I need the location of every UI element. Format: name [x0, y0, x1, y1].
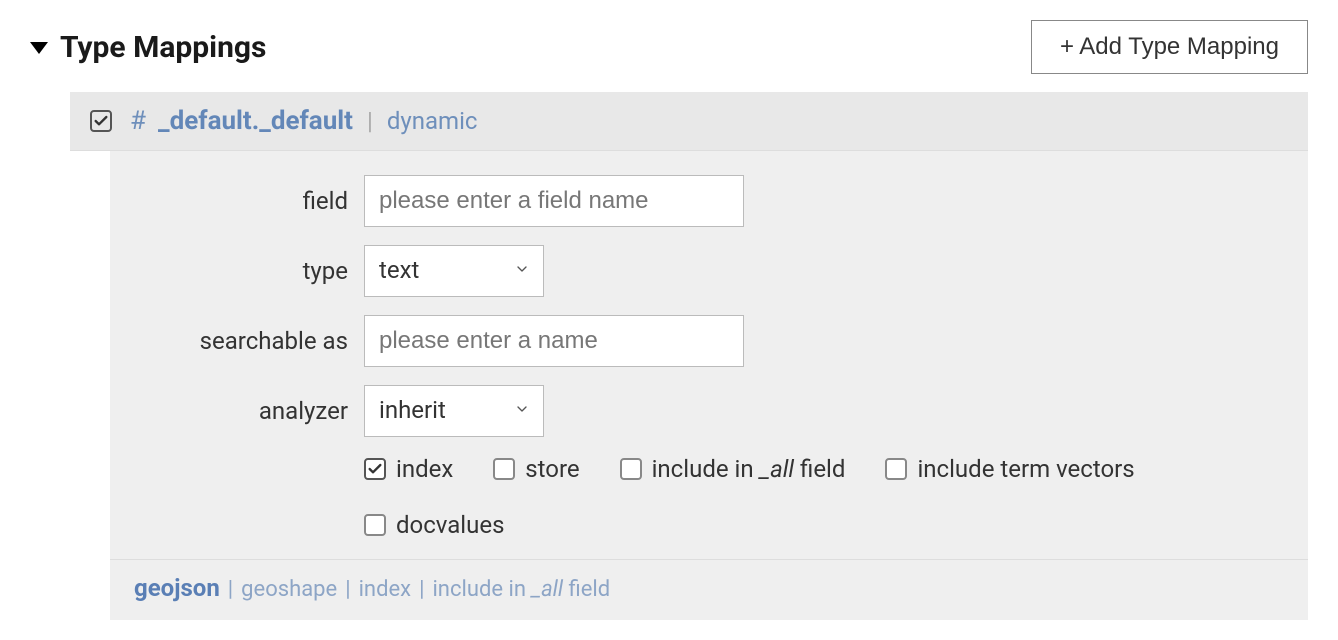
- type-select[interactable]: text: [364, 245, 544, 297]
- checkbox-unchecked-icon: [493, 458, 515, 480]
- checkbox-unchecked-icon: [620, 458, 642, 480]
- mapping-mode: dynamic: [387, 107, 478, 135]
- separator-pipe: |: [228, 577, 233, 602]
- type-label: type: [134, 257, 364, 285]
- separator-pipe: |: [367, 107, 373, 135]
- docvalues-checkbox[interactable]: docvalues: [364, 511, 504, 539]
- store-label: store: [525, 455, 579, 483]
- geojson-type: geoshape: [241, 577, 337, 602]
- store-checkbox[interactable]: store: [493, 455, 579, 483]
- separator-pipe: |: [345, 577, 350, 602]
- geojson-include-in-all: include in _all field: [432, 577, 610, 602]
- checkbox-unchecked-icon: [885, 458, 907, 480]
- geojson-index-flag: index: [359, 577, 412, 602]
- include-term-vectors-label: include term vectors: [917, 455, 1134, 483]
- include-in-all-label: include in _all field: [652, 455, 846, 483]
- mapping-enabled-checkbox[interactable]: [90, 110, 112, 132]
- checkbox-unchecked-icon: [364, 514, 386, 536]
- existing-field-mapping-row[interactable]: geojson | geoshape | index | include in …: [110, 559, 1308, 620]
- mapping-header: # _default._default | dynamic: [70, 92, 1308, 151]
- checkbox-checked-icon: [364, 458, 386, 480]
- field-name-input[interactable]: [364, 175, 744, 227]
- index-checkbox[interactable]: index: [364, 455, 453, 483]
- separator-pipe: |: [419, 577, 424, 602]
- field-label: field: [134, 187, 364, 215]
- index-label: index: [396, 455, 453, 483]
- include-term-vectors-checkbox[interactable]: include term vectors: [885, 455, 1205, 483]
- caret-down-icon[interactable]: [30, 42, 48, 54]
- include-in-all-checkbox[interactable]: include in _all field: [620, 455, 846, 483]
- geojson-field-link[interactable]: geojson: [134, 574, 220, 602]
- analyzer-select[interactable]: inherit: [364, 385, 544, 437]
- analyzer-label: analyzer: [134, 397, 364, 425]
- searchable-as-label: searchable as: [134, 327, 364, 355]
- hash-sign: #: [130, 106, 146, 136]
- section-title: Type Mappings: [60, 30, 266, 65]
- add-type-mapping-button[interactable]: + Add Type Mapping: [1031, 20, 1308, 74]
- searchable-as-input[interactable]: [364, 315, 744, 367]
- docvalues-label: docvalues: [396, 511, 504, 539]
- mapping-name-link[interactable]: _default._default: [158, 106, 353, 136]
